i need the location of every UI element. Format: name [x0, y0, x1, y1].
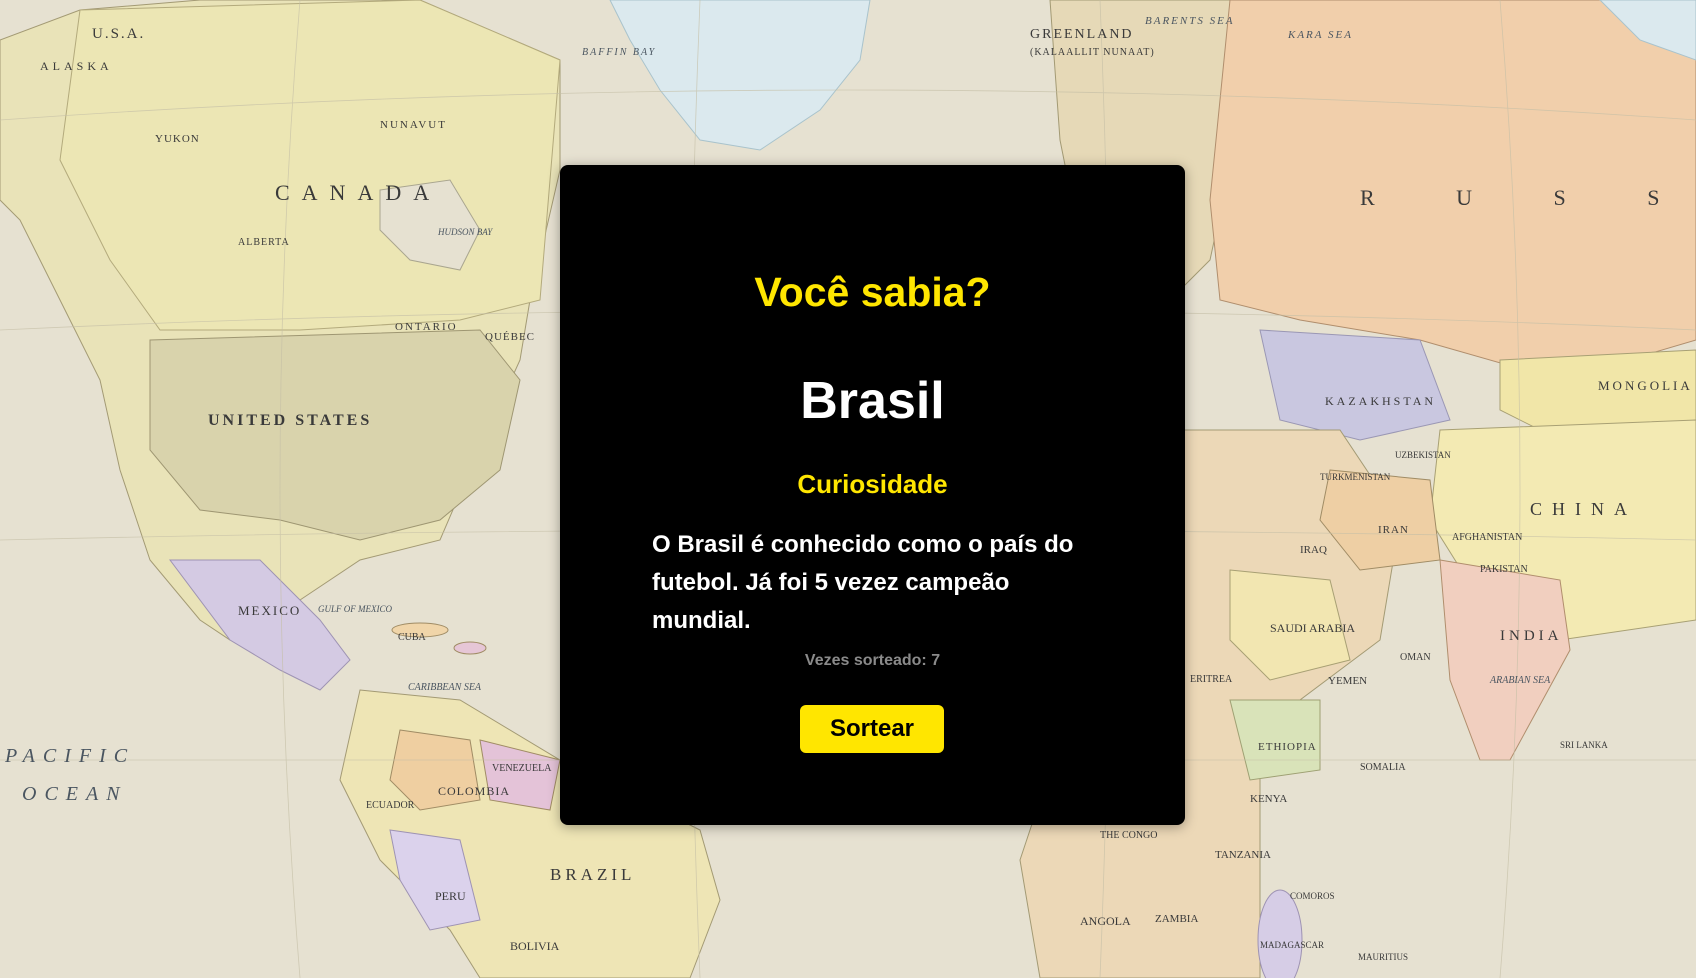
map-label-united-states: UNITED STATES — [208, 412, 372, 429]
map-label-zambia: ZAMBIA — [1155, 913, 1198, 925]
map-label-ocean: OCEAN — [22, 783, 128, 805]
map-label-cuba: CUBA — [398, 632, 427, 643]
map-label-afghanistan: AFGHANISTAN — [1452, 532, 1522, 543]
map-label-dr-congo: THE CONGO — [1100, 830, 1158, 841]
draw-count-value: 7 — [931, 652, 941, 669]
map-label-comoros: COMOROS — [1290, 891, 1335, 901]
map-label-russia: R U S S I — [1360, 185, 1696, 210]
map-label-greenland: GREENLAND — [1030, 27, 1134, 42]
map-label-usa-top: U.S.A. — [92, 26, 145, 42]
map-label-venezuela: VENEZUELA — [492, 763, 552, 774]
map-label-ecuador: ECUADOR — [366, 800, 415, 811]
card-title: Você sabia? — [754, 269, 991, 315]
draw-count: Vezes sorteado: 7 — [560, 651, 1185, 671]
map-label-mexico: MEXICO — [238, 603, 301, 618]
map-label-pacific: PACIFIC — [4, 745, 135, 767]
map-label-gulf-of-mexico: GULF OF MEXICO — [318, 604, 392, 614]
map-label-mongolia: MONGOLIA — [1598, 378, 1693, 393]
map-label-yemen: YEMEN — [1328, 675, 1367, 687]
map-label-kenya: KENYA — [1250, 793, 1287, 805]
map-label-somalia: SOMALIA — [1360, 762, 1406, 773]
map-label-ontario: ONTARIO — [395, 321, 458, 333]
fact-text: O Brasil é conhecido como o país do fute… — [652, 531, 1074, 634]
map-label-caribbean-sea: CARIBBEAN SEA — [408, 682, 482, 693]
map-label-alaska: ALASKA — [40, 59, 113, 73]
map-label-ethiopia: ETHIOPIA — [1258, 741, 1317, 753]
map-label-eritrea: ERITREA — [1190, 674, 1233, 685]
map-label-bolivia: BOLIVIA — [510, 939, 560, 953]
map-label-greenland-sub: (KALAALLIT NUNAAT) — [1030, 47, 1155, 58]
map-label-alberta: ALBERTA — [238, 237, 290, 248]
map-label-tanzania: TANZANIA — [1215, 849, 1271, 861]
map-label-oman: OMAN — [1400, 652, 1431, 663]
map-label-saudi-arabia: SAUDI ARABIA — [1270, 621, 1355, 635]
map-label-iraq: IRAQ — [1300, 544, 1327, 556]
map-label-canada: CANADA — [275, 180, 441, 205]
map-label-yukon: YUKON — [155, 133, 200, 145]
fact-card: Você sabia? Brasil Curiosidade O Brasil … — [560, 165, 1185, 825]
map-label-angola: ANGOLA — [1080, 914, 1131, 928]
map-label-quebec: QUÉBEC — [485, 331, 535, 343]
map-label-colombia: COLOMBIA — [438, 784, 510, 798]
map-label-kara-sea: KARA SEA — [1287, 29, 1353, 41]
map-label-nunavut: NUNAVUT — [380, 119, 447, 131]
draw-count-label: Vezes sorteado: — [804, 652, 927, 669]
map-label-madagascar: MADAGASCAR — [1260, 940, 1324, 950]
map-label-kazakhstan: KAZAKHSTAN — [1325, 394, 1436, 408]
map-label-uzbekistan: UZBEKISTAN — [1395, 450, 1451, 460]
draw-button[interactable]: Sortear — [800, 705, 944, 753]
map-label-china: CHINA — [1530, 499, 1637, 519]
map-label-hudson-bay: HUDSON BAY — [437, 227, 493, 237]
map-label-india: INDIA — [1500, 628, 1563, 644]
map-label-baffin-bay: BAFFIN BAY — [582, 47, 656, 58]
map-label-turkmenistan: TURKMENISTAN — [1320, 472, 1391, 482]
map-label-mauritius: MAURITIUS — [1358, 952, 1408, 962]
map-label-pakistan: PAKISTAN — [1480, 564, 1528, 575]
map-label-arabian-sea: ARABIAN SEA — [1489, 675, 1551, 686]
map-label-barents-sea: BARENTS SEA — [1145, 15, 1235, 27]
map-label-sri-lanka: SRI LANKA — [1560, 740, 1608, 750]
map-label-brazil: BRAZIL — [550, 865, 635, 884]
map-label-iran: IRAN — [1378, 524, 1409, 536]
curiosity-label: Curiosidade — [797, 469, 948, 499]
country-name: Brasil — [800, 372, 945, 430]
map-label-peru: PERU — [435, 889, 466, 903]
